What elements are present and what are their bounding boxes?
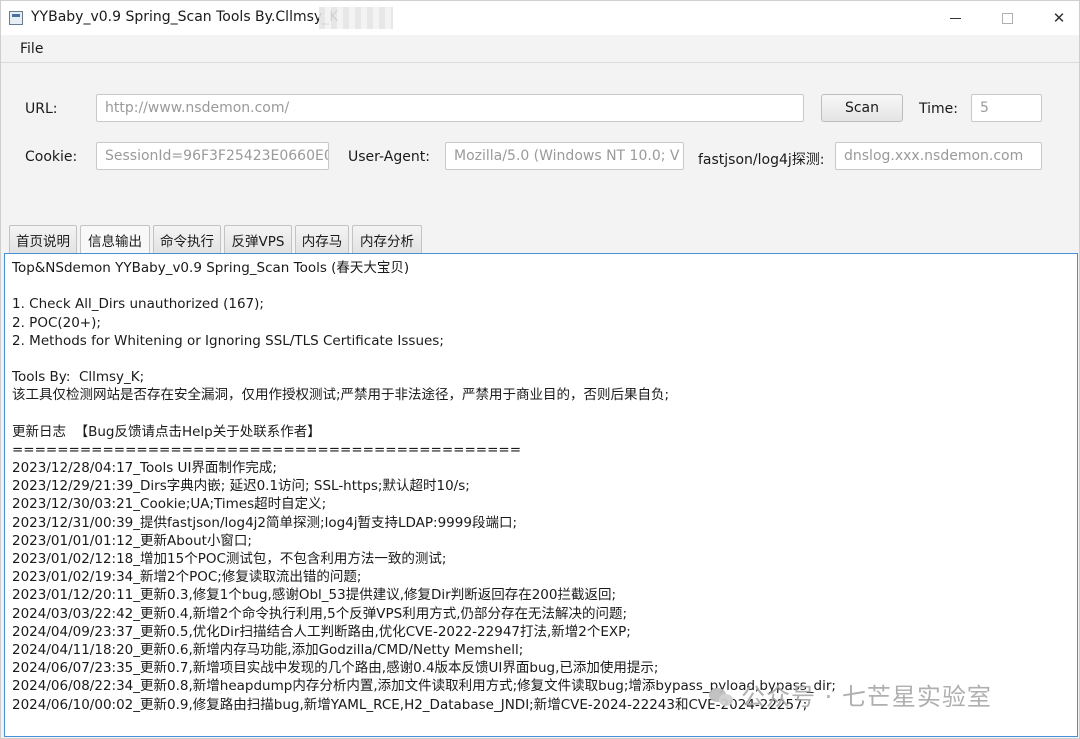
- output-line: 2. POC(20+);: [12, 314, 101, 331]
- output-line: 2024/04/11/18:20_更新0.6,新增内存马功能,添加Godzill…: [12, 641, 524, 658]
- url-label: URL:: [25, 101, 58, 117]
- scan-form: URL: http://www.nsdemon.com/ Scan Time: …: [1, 63, 1079, 223]
- output-line: 1. Check All_Dirs unauthorized (167);: [12, 296, 264, 313]
- maximize-button[interactable]: [985, 5, 1029, 31]
- minimize-icon: [949, 17, 961, 19]
- output-line: 2023/12/30/03:21_Cookie;UA;Times超时自定义;: [12, 496, 327, 513]
- tab-info-output[interactable]: 信息输出: [80, 225, 150, 253]
- user-agent-label: User-Agent:: [348, 149, 430, 165]
- output-text-area[interactable]: Top&NSdemon YYBaby_v0.9 Spring_Scan Tool…: [4, 253, 1078, 737]
- user-agent-input[interactable]: Mozilla/5.0 (Windows NT 10.0; V: [445, 142, 684, 170]
- output-line: 2023/01/02/12:18_增加15个POC测试包，不包含利用方法一致的测…: [12, 551, 447, 567]
- dnslog-input[interactable]: dnslog.xxx.nsdemon.com: [835, 142, 1042, 170]
- menu-bar: File: [1, 35, 1079, 63]
- tab-home[interactable]: 首页说明: [9, 225, 77, 253]
- output-line: ========================================…: [12, 441, 522, 458]
- output-line: 2023/12/31/00:39_提供fastjson/log4j2简单探测;l…: [12, 514, 517, 531]
- redacted-region: [319, 7, 393, 29]
- minimize-button[interactable]: [933, 5, 977, 31]
- cookie-label: Cookie:: [25, 149, 78, 165]
- tab-reverse-vps[interactable]: 反弹VPS: [224, 225, 292, 253]
- output-line: 2023/01/01/01:12_更新About小窗口;: [12, 532, 252, 549]
- title-bar: YYBaby_v0.9 Spring_Scan Tools By.Cllmsy_…: [1, 1, 1079, 35]
- fastjson-label: fastjson/log4j探测:: [698, 152, 825, 168]
- output-line: 2023/12/29/21:39_Dirs字典内嵌; 延迟0.1访问; SSL-…: [12, 478, 470, 495]
- tab-memshell[interactable]: 内存马: [295, 225, 349, 253]
- output-line: 2024/06/07/23:35_更新0.7,新增项目实战中发现的几个路由,感谢…: [12, 660, 659, 677]
- output-line: 该工具仅检测网站是否存在安全漏洞，仅用作授权测试;严禁用于非法途径，严禁用于商业…: [12, 387, 670, 404]
- tab-command-exec[interactable]: 命令执行: [153, 225, 221, 253]
- maximize-icon: [1001, 12, 1013, 24]
- time-input[interactable]: 5: [971, 94, 1042, 122]
- output-line: 2024/03/03/22:42_更新0.4,新增2个命令执行利用,5个反弹VP…: [12, 605, 628, 622]
- close-button[interactable]: ✕: [1037, 5, 1079, 31]
- scan-button[interactable]: Scan: [821, 94, 903, 122]
- output-line: Tools By: Cllmsy_K;: [12, 369, 145, 386]
- output-line: 更新日志 【Bug反馈请点击Help关于处联系作者】: [12, 423, 321, 440]
- output-line: 2024/04/09/23:37_更新0.5,优化Dir扫描结合人工判断路由,优…: [12, 623, 631, 640]
- cookie-input[interactable]: SessionId=96F3F25423E0660E0: [96, 142, 329, 170]
- menu-file[interactable]: File: [20, 41, 43, 57]
- watermark: 公众号 · 七芒星实验室: [709, 677, 992, 712]
- output-line: 2. Methods for Whitening or Ignoring SSL…: [12, 332, 444, 349]
- watermark-text: 公众号 · 七芒星实验室: [741, 683, 992, 711]
- output-line: 2023/12/28/04:17_Tools UI界面制作完成;: [12, 460, 277, 477]
- wechat-icon: [709, 686, 735, 708]
- close-icon: ✕: [1052, 9, 1066, 27]
- url-input[interactable]: http://www.nsdemon.com/: [96, 94, 804, 122]
- output-line: 2023/01/02/19:34_新增2个POC;修复读取流出错的问题;: [12, 569, 362, 586]
- app-window: YYBaby_v0.9 Spring_Scan Tools By.Cllmsy_…: [0, 0, 1080, 739]
- window-title: YYBaby_v0.9 Spring_Scan Tools By.Cllmsy_…: [31, 9, 339, 25]
- time-label: Time:: [919, 101, 958, 117]
- tab-bar: 首页说明 信息输出 命令执行 反弹VPS 内存马 内存分析: [1, 223, 1079, 253]
- tab-memory-analysis[interactable]: 内存分析: [352, 225, 422, 253]
- output-line: 2023/01/12/20:11_更新0.3,修复1个bug,感谢Obl_53提…: [12, 587, 617, 604]
- output-line: Top&NSdemon YYBaby_v0.9 Spring_Scan Tool…: [12, 260, 410, 276]
- app-icon: [9, 11, 23, 25]
